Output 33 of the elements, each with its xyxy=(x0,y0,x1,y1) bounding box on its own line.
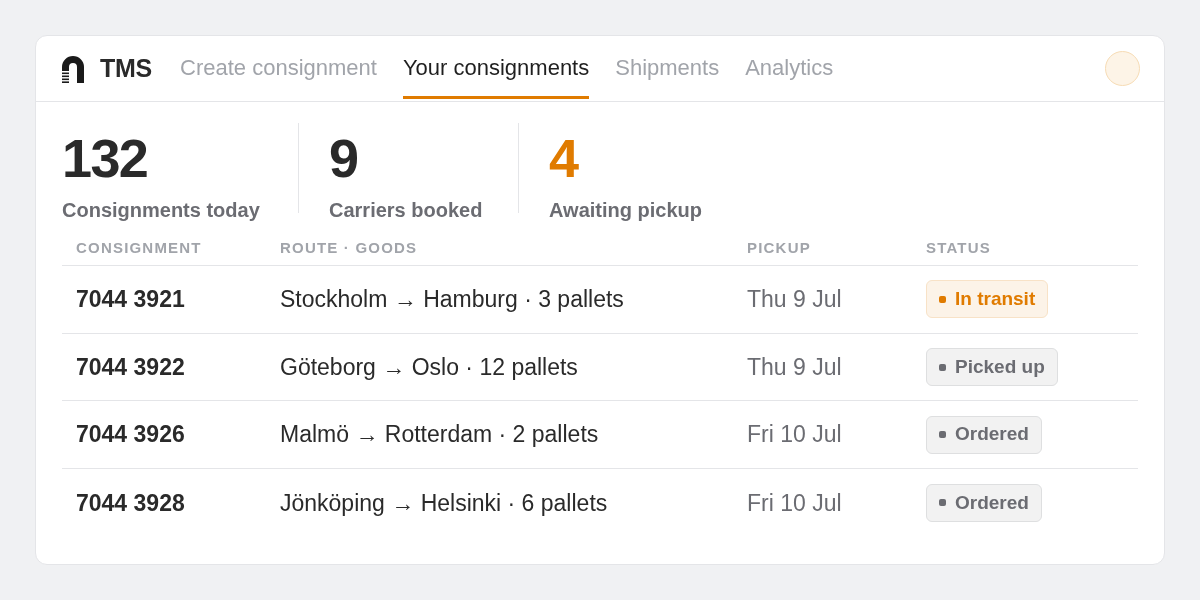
consignment-number: 7044 3928 xyxy=(76,488,185,518)
arch-logo-icon xyxy=(60,54,86,83)
stat-label: Awaiting pickup xyxy=(549,198,702,223)
column-header: ROUTE · GOODS xyxy=(280,237,418,258)
app-name: TMS xyxy=(100,52,153,84)
consignment-number: 7044 3926 xyxy=(76,420,185,450)
status-label: In transit xyxy=(955,287,1036,312)
route-goods: Jönköping → Helsinki · 6 pallets xyxy=(280,488,608,518)
route-goods: Göteborg → Oslo · 12 pallets xyxy=(280,352,578,382)
nav-tab[interactable]: Shipments xyxy=(615,36,720,99)
nav-tab[interactable]: Analytics xyxy=(745,36,834,99)
nav-tab[interactable]: Create consignment xyxy=(180,36,377,99)
stat-label: Carriers booked xyxy=(329,198,483,223)
avatar-icon[interactable] xyxy=(1105,51,1140,86)
stat-label: Consignments today xyxy=(62,198,260,223)
column-header: STATUS xyxy=(926,237,991,258)
stat-value: 132 xyxy=(62,131,148,185)
status-label: Picked up xyxy=(955,354,1045,379)
column-header: PICKUP xyxy=(747,237,811,258)
consignment-number: 7044 3921 xyxy=(76,285,185,315)
route-goods: Stockholm → Hamburg · 3 pallets xyxy=(280,285,624,315)
nav-tab[interactable]: Your consignments xyxy=(402,36,590,99)
pickup-date: Thu 9 Jul xyxy=(747,352,842,382)
status-label: Ordered xyxy=(955,490,1029,515)
pickup-date: Fri 10 Jul xyxy=(747,488,842,518)
stat-value: 9 xyxy=(329,131,358,185)
pickup-date: Thu 9 Jul xyxy=(747,285,842,315)
route-goods: Malmö → Rotterdam · 2 pallets xyxy=(280,420,599,450)
consignment-number: 7044 3922 xyxy=(76,352,185,382)
stat-value: 4 xyxy=(549,131,578,185)
pickup-date: Fri 10 Jul xyxy=(747,420,842,450)
status-label: Ordered xyxy=(955,422,1029,447)
column-header: CONSIGNMENT xyxy=(76,237,202,258)
